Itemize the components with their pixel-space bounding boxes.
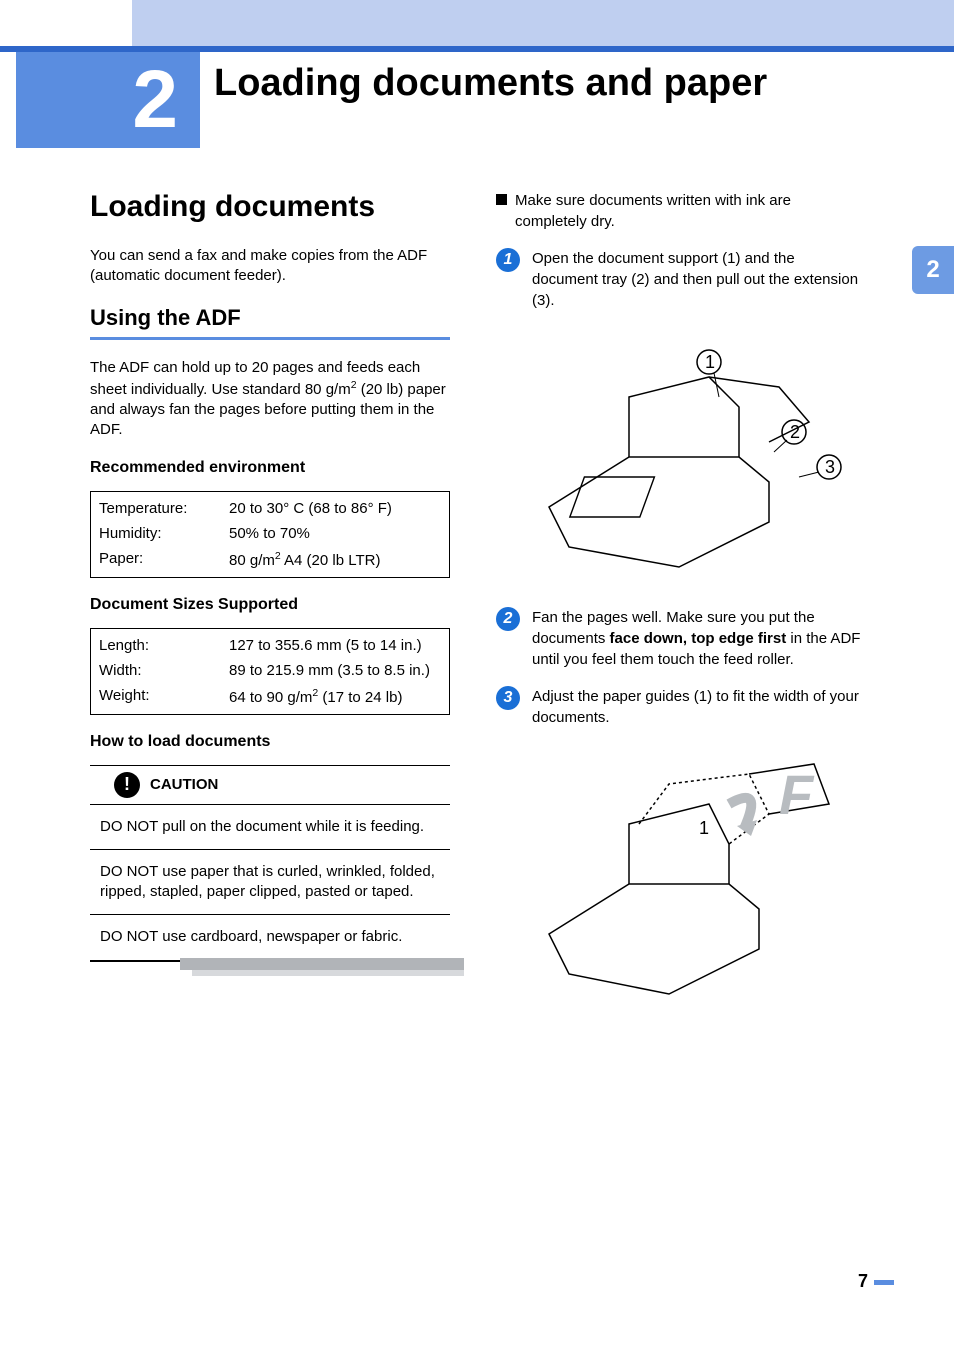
- chapter-number-box: 2: [16, 52, 200, 148]
- chapter-title: Loading documents and paper: [214, 62, 767, 105]
- env-label: Paper:: [99, 550, 229, 569]
- step-text: Open the document support (1) and the do…: [532, 248, 862, 311]
- subsection-heading: Using the ADF: [90, 305, 450, 340]
- column-shadow: [180, 958, 464, 976]
- left-column: Loading documents You can send a fax and…: [90, 190, 450, 962]
- fax-diagram-1: 1 2 3: [509, 327, 849, 577]
- step-number-icon: 2: [496, 607, 520, 631]
- top-bar: [0, 0, 954, 52]
- intro-text: You can send a fax and make copies from …: [90, 246, 450, 287]
- howto-heading: How to load documents: [90, 733, 450, 751]
- caution-item: DO NOT use paper that is curled, wrinkle…: [90, 850, 450, 916]
- env-value: 20 to 30° C (68 to 86° F): [229, 500, 392, 517]
- table-row: Temperature: 20 to 30° C (68 to 86° F): [99, 500, 441, 517]
- sizes-label: Width:: [99, 662, 229, 679]
- svg-text:1: 1: [705, 352, 715, 372]
- page-number: 7: [858, 1271, 894, 1292]
- step-number-icon: 3: [496, 686, 520, 710]
- step-2: 2 Fan the pages well. Make sure you put …: [496, 607, 862, 670]
- env-heading: Recommended environment: [90, 459, 450, 477]
- svg-text:F: F: [779, 763, 815, 826]
- env-table: Temperature: 20 to 30° C (68 to 86° F) H…: [90, 491, 450, 578]
- table-row: Weight: 64 to 90 g/m2 (17 to 24 lb): [99, 687, 441, 706]
- caution-item: DO NOT pull on the document while it is …: [90, 805, 450, 850]
- sizes-heading: Document Sizes Supported: [90, 596, 450, 614]
- table-row: Humidity: 50% to 70%: [99, 525, 441, 542]
- bullet-icon: [496, 194, 507, 205]
- caution-label: CAUTION: [150, 776, 218, 793]
- bullet-text: Make sure documents written with ink are…: [515, 190, 862, 232]
- caution-item: DO NOT use cardboard, newspaper or fabri…: [90, 915, 450, 961]
- diagram-2: F 1: [496, 744, 862, 1004]
- sizes-table: Length: 127 to 355.6 mm (5 to 14 in.) Wi…: [90, 628, 450, 715]
- caution-box: ! CAUTION DO NOT pull on the document wh…: [90, 765, 450, 962]
- section-heading: Loading documents: [90, 190, 450, 224]
- content-area: Loading documents You can send a fax and…: [90, 190, 894, 1258]
- step-3: 3 Adjust the paper guides (1) to fit the…: [496, 686, 862, 728]
- sizes-value: 127 to 355.6 mm (5 to 14 in.): [229, 637, 422, 654]
- step-number-icon: 1: [496, 248, 520, 272]
- fax-diagram-2: F 1: [519, 744, 839, 1004]
- table-row: Length: 127 to 355.6 mm (5 to 14 in.): [99, 637, 441, 654]
- step-text: Adjust the paper guides (1) to fit the w…: [532, 686, 862, 728]
- svg-text:2: 2: [790, 422, 800, 442]
- diagram-1: 1 2 3: [496, 327, 862, 577]
- sizes-label: Length:: [99, 637, 229, 654]
- svg-text:3: 3: [825, 457, 835, 477]
- env-value: 80 g/m2 A4 (20 lb LTR): [229, 550, 380, 569]
- side-tab: 2: [912, 246, 954, 294]
- env-label: Temperature:: [99, 500, 229, 517]
- page-number-dash-icon: [874, 1280, 894, 1285]
- env-label: Humidity:: [99, 525, 229, 542]
- sizes-value: 64 to 90 g/m2 (17 to 24 lb): [229, 687, 402, 706]
- caution-header: ! CAUTION: [90, 765, 450, 805]
- step-1: 1 Open the document support (1) and the …: [496, 248, 862, 311]
- bullet-item: Make sure documents written with ink are…: [496, 190, 862, 232]
- right-column: Make sure documents written with ink are…: [496, 190, 862, 1034]
- caution-icon: !: [114, 772, 140, 798]
- env-value: 50% to 70%: [229, 525, 310, 542]
- step-text: Fan the pages well. Make sure you put th…: [532, 607, 862, 670]
- adf-text: The ADF can hold up to 20 pages and feed…: [90, 358, 450, 441]
- svg-text:1: 1: [699, 818, 709, 838]
- sizes-value: 89 to 215.9 mm (3.5 to 8.5 in.): [229, 662, 430, 679]
- sizes-label: Weight:: [99, 687, 229, 706]
- table-row: Width: 89 to 215.9 mm (3.5 to 8.5 in.): [99, 662, 441, 679]
- table-row: Paper: 80 g/m2 A4 (20 lb LTR): [99, 550, 441, 569]
